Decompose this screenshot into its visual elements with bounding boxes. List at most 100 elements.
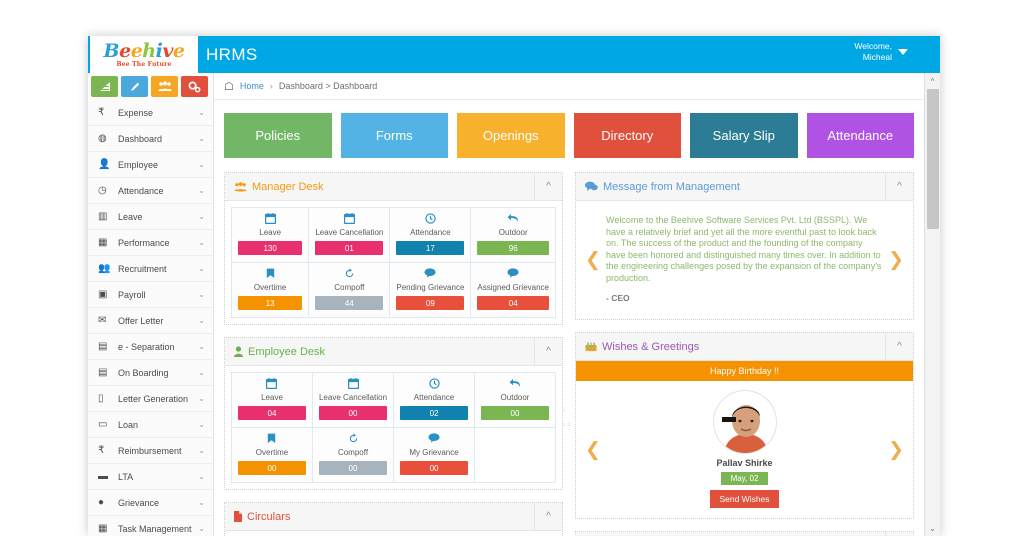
sidebar-item-attendance[interactable]: ◷ Attendance ⌄ — [88, 178, 213, 204]
message-panel-header: Message from Management ^ — [576, 172, 913, 201]
reply-icon — [481, 378, 549, 391]
quick-group-button[interactable] — [151, 76, 178, 97]
sidebar-item-label: On Boarding — [118, 367, 169, 378]
quick-chart-button[interactable] — [91, 76, 118, 97]
desk-card-count: 02 — [400, 406, 469, 420]
chevron-down-icon[interactable]: ⌄ — [198, 498, 205, 507]
desk-card[interactable]: Compoff 00 — [312, 428, 395, 483]
quick-settings-button[interactable] — [181, 76, 208, 97]
message-panel-collapse-toggle[interactable]: ^ — [885, 172, 913, 201]
sidebar-item-task-management[interactable]: ▦ Task Management ⌄ — [88, 516, 213, 536]
message-panel: Message from Management ^ chevron-left-i… — [575, 172, 914, 320]
desk-card[interactable]: Attendance 17 — [390, 208, 472, 263]
user-menu[interactable]: Welcome, Micheal — [854, 41, 908, 63]
desk-card[interactable]: Overtime 00 — [232, 428, 313, 483]
chevron-down-icon[interactable]: ⌄ — [198, 368, 205, 377]
vertical-scrollbar[interactable]: ^ ⌄ — [924, 73, 940, 536]
sidebar-item-leave[interactable]: ▥ Leave ⌄ — [88, 204, 213, 230]
wishes-panel-collapse-toggle[interactable]: ^ — [885, 332, 913, 361]
book-icon: ▤ — [98, 341, 108, 352]
desk-card-count: 96 — [477, 241, 549, 255]
desk-card[interactable]: Assigned Grievance 04 — [471, 263, 556, 318]
desk-card[interactable]: Outdoor 96 — [471, 208, 556, 263]
sidebar-item-letter-generation[interactable]: ▯ Letter Generation ⌄ — [88, 386, 213, 412]
chevron-down-icon[interactable]: ⌄ — [198, 134, 205, 143]
bulletins-header: Bulletins ^ — [576, 531, 913, 536]
tile-forms[interactable]: Forms — [340, 113, 448, 158]
users-icon — [234, 181, 247, 192]
desk-card[interactable]: Attendance 02 — [394, 373, 476, 428]
tile-directory[interactable]: Directory — [573, 113, 681, 158]
tile-policies[interactable]: Policies — [224, 113, 332, 158]
user-icon — [234, 346, 243, 357]
sidebar-item-reimbursement[interactable]: ₹ Reimbursement ⌄ — [88, 438, 213, 464]
chevron-down-icon[interactable]: ⌄ — [198, 316, 205, 325]
chevron-down-icon[interactable]: ⌄ — [198, 212, 205, 221]
sidebar-item-employee[interactable]: 👤 Employee ⌄ — [88, 152, 213, 178]
bulletins-collapse-toggle[interactable]: ^ — [885, 531, 913, 536]
desk-card[interactable]: Compoff 44 — [309, 263, 391, 318]
desk-card-label: Leave — [259, 228, 282, 237]
chevron-down-icon[interactable]: ⌄ — [198, 290, 205, 299]
brand-logo-text: Beehive — [103, 40, 185, 62]
chevron-down-icon[interactable]: ⌄ — [198, 394, 205, 403]
sidebar-item-lta[interactable]: ▬ LTA ⌄ — [88, 464, 213, 490]
sidebar-item-e-separation[interactable]: ▤ e - Separation ⌄ — [88, 334, 213, 360]
message-next-button[interactable]: ❯ — [888, 249, 904, 272]
tile-salary-slip[interactable]: Salary Slip — [690, 113, 798, 158]
brand-logo[interactable]: Beehive Bee The Future — [90, 36, 198, 73]
desk-card[interactable]: My Grievance 00 — [394, 428, 476, 483]
chevron-down-icon[interactable]: ⌄ — [198, 160, 205, 169]
tile-openings[interactable]: Openings — [457, 113, 565, 158]
chevron-down-icon[interactable]: ⌄ — [198, 472, 205, 481]
tile-attendance[interactable]: Attendance — [806, 113, 914, 158]
sidebar-item-grievance[interactable]: ● Grievance ⌄ — [88, 490, 213, 516]
sidebar-item-on-boarding[interactable]: ▤ On Boarding ⌄ — [88, 360, 213, 386]
bookmark-icon — [238, 433, 306, 446]
desk-card[interactable]: Outdoor 00 — [475, 373, 556, 428]
quick-edit-button[interactable] — [121, 76, 148, 97]
chevron-down-icon[interactable]: ⌄ — [198, 186, 205, 195]
scrollbar-thumb[interactable] — [927, 89, 939, 229]
sidebar-item-offer-letter[interactable]: ✉ Offer Letter ⌄ — [88, 308, 213, 334]
sidebar-item-label: Letter Generation — [118, 393, 189, 404]
chevron-down-icon[interactable]: ⌄ — [198, 264, 205, 273]
sidebar-item-dashboard[interactable]: ◍ Dashboard ⌄ — [88, 126, 213, 152]
send-wishes-button[interactable]: Send Wishes — [710, 490, 779, 508]
scroll-down-button[interactable]: ⌄ — [925, 520, 940, 536]
scroll-up-button[interactable]: ^ — [925, 73, 940, 89]
chevron-down-icon[interactable]: ⌄ — [198, 238, 205, 247]
sidebar-item-expense[interactable]: ₹ Expense ⌄ — [88, 100, 213, 126]
chevron-down-icon[interactable] — [898, 49, 908, 55]
manager-desk-collapse-toggle[interactable]: ^ — [534, 172, 562, 201]
desk-card[interactable]: Pending Grievance 09 — [390, 263, 472, 318]
desk-card-count: 00 — [481, 406, 549, 420]
chevron-down-icon[interactable]: ⌄ — [198, 342, 205, 351]
desk-card[interactable]: Overtime 13 — [232, 263, 310, 318]
sidebar-item-label: Reimbursement — [118, 445, 182, 456]
wishes-next-button[interactable]: ❯ — [888, 438, 904, 461]
desk-card[interactable]: Leave 04 — [232, 373, 313, 428]
employee-desk-collapse-toggle[interactable]: ^ — [534, 337, 562, 366]
sidebar-item-loan[interactable]: ▭ Loan ⌄ — [88, 412, 213, 438]
top-bar: Beehive Bee The Future HRMS Welcome, Mic… — [88, 36, 940, 73]
desk-card[interactable]: Leave Cancellation 00 — [312, 373, 395, 428]
breadcrumb-home-link[interactable]: Home — [240, 81, 264, 91]
gears-icon — [188, 81, 201, 92]
desk-card-label: Outdoor — [500, 393, 530, 402]
sidebar-item-payroll[interactable]: ▣ Payroll ⌄ — [88, 282, 213, 308]
message-prev-glyph[interactable]: ❮ — [585, 249, 601, 272]
desk-card[interactable]: Leave Cancellation 01 — [309, 208, 391, 263]
dashboard-scroll-region: SoftwareSuggest.com PoliciesFormsOpening… — [214, 100, 924, 536]
chevron-down-icon[interactable]: ⌄ — [198, 420, 205, 429]
file-icon — [234, 511, 242, 522]
chevron-down-icon[interactable]: ⌄ — [198, 446, 205, 455]
desk-card-label: Compoff — [334, 283, 365, 292]
desk-card[interactable]: Leave 130 — [232, 208, 310, 263]
circulars-collapse-toggle[interactable]: ^ — [534, 502, 562, 531]
chevron-down-icon[interactable]: ⌄ — [198, 524, 205, 533]
chevron-down-icon[interactable]: ⌄ — [198, 108, 205, 117]
sidebar-item-recruitment[interactable]: 👥 Recruitment ⌄ — [88, 256, 213, 282]
wishes-prev-button[interactable]: ❮ — [585, 438, 601, 461]
sidebar-item-performance[interactable]: ▦ Performance ⌄ — [88, 230, 213, 256]
